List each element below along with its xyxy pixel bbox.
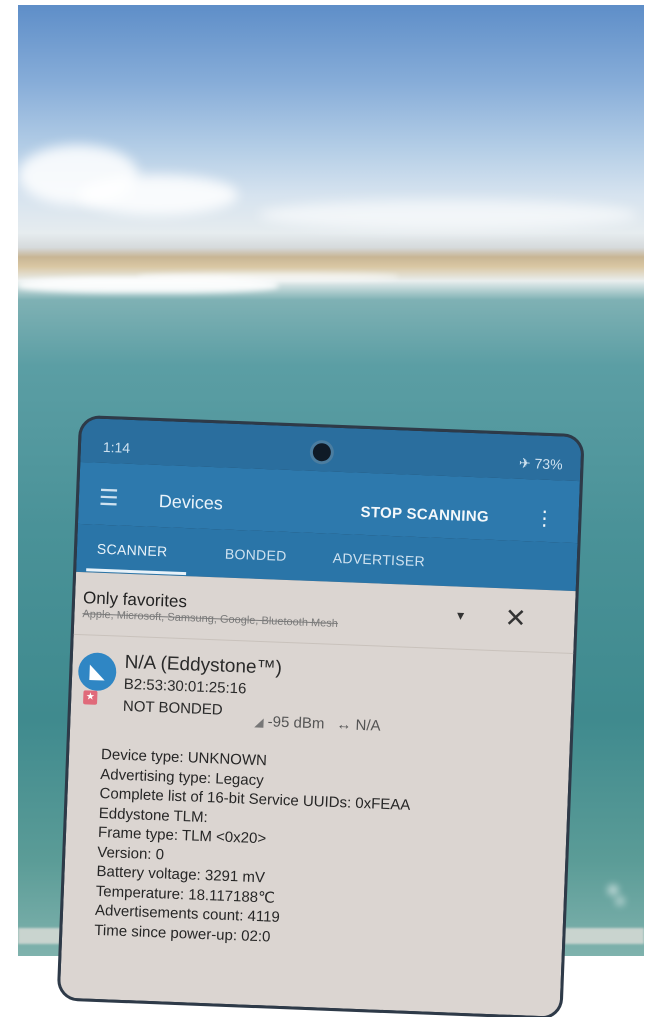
status-battery: ✈ 73%: [518, 454, 563, 473]
device-list: Only favorites Apple, Microsoft, Samsung…: [59, 571, 576, 1017]
signal-strength-icon: ◢: [254, 714, 264, 730]
tab-advertiser[interactable]: ADVERTISER: [333, 550, 426, 570]
divider: [73, 633, 574, 655]
adv-interval: ↔ N/A: [336, 715, 381, 735]
close-icon[interactable]: ✕: [504, 602, 527, 634]
stop-scanning-button[interactable]: STOP SCANNING: [360, 504, 489, 526]
filter-subtitle: Apple, Microsoft, Samsung, Google, Bluet…: [82, 608, 339, 630]
bond-state: NOT BONDED: [122, 697, 223, 719]
star-icon[interactable]: ★: [83, 690, 98, 705]
device-name[interactable]: N/A (Eddystone™): [124, 652, 282, 680]
device-mac: B2:53:30:01:25:16: [123, 675, 247, 698]
more-vert-icon[interactable]: ⋮: [534, 505, 555, 531]
menu-icon[interactable]: ☰: [98, 485, 119, 512]
device-details: Device type: UNKNOWN Advertising type: L…: [94, 745, 412, 952]
dropdown-arrow-icon[interactable]: ▼: [454, 608, 466, 622]
eddystone-beacon-icon: ◣: [77, 652, 117, 692]
status-time: 1:14: [102, 438, 131, 456]
tab-scanner[interactable]: SCANNER: [97, 541, 168, 560]
phone-screen: 1:14 ✈ 73% ☰ Devices STOP SCANNING ⋮ SCA…: [59, 418, 582, 1017]
rssi-text: -95 dBm: [267, 713, 325, 733]
tab-bonded[interactable]: BONDED: [225, 546, 287, 564]
page-title: Devices: [158, 491, 224, 514]
front-camera: [312, 442, 332, 462]
rssi-value: ◢ -95 dBm: [254, 713, 325, 733]
